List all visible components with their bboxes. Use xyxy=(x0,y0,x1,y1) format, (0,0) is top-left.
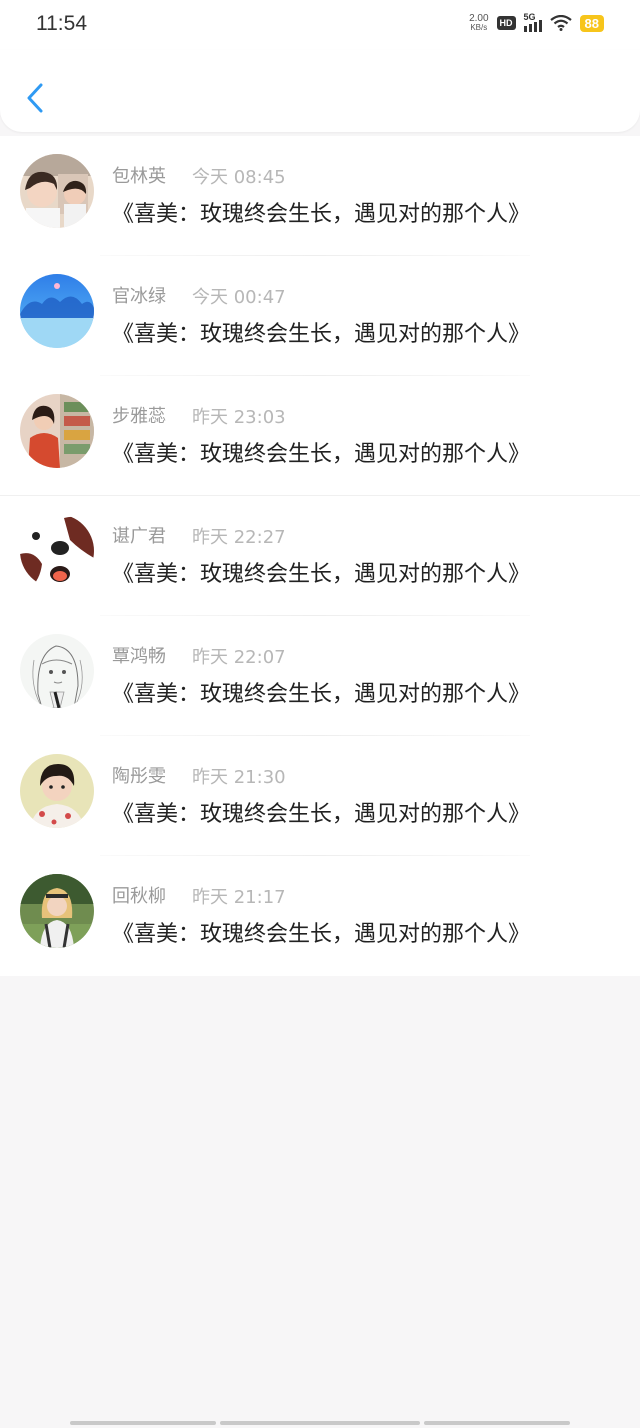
message-text: 《喜美：玫瑰终会生长，遇见对的那个人》 xyxy=(112,682,531,707)
message-time: 昨天 22:27 xyxy=(192,527,286,548)
network-type: 5G xyxy=(523,12,536,22)
network-speed-unit: KB/s xyxy=(470,23,488,32)
chevron-left-icon[interactable] xyxy=(22,80,48,116)
battery-icon: 88 xyxy=(579,14,604,32)
message-text: 《喜美：玫瑰终会生长，遇见对的那个人》 xyxy=(112,562,531,587)
message-time: 昨天 21:17 xyxy=(192,887,286,908)
list-item[interactable]: 官冰绿 今天 00:47 《喜美：玫瑰终会生长，遇见对的那个人》 xyxy=(0,256,640,376)
sender-name: 回秋柳 xyxy=(112,886,166,907)
message-time: 昨天 23:03 xyxy=(192,407,286,428)
sender-name: 官冰绿 xyxy=(112,286,166,307)
message-time: 今天 08:45 xyxy=(192,167,286,188)
list-item[interactable]: 覃鸿畅 昨天 22:07 《喜美：玫瑰终会生长，遇见对的那个人》 xyxy=(0,616,640,736)
wifi-icon xyxy=(549,15,572,31)
list-item[interactable]: 包林英 今天 08:45 《喜美：玫瑰终会生长，遇见对的那个人》 xyxy=(0,136,640,256)
message-text: 《喜美：玫瑰终会生长，遇见对的那个人》 xyxy=(112,202,531,227)
message-text: 《喜美：玫瑰终会生长，遇见对的那个人》 xyxy=(112,322,531,347)
navigation-bar xyxy=(0,50,640,132)
hd-icon: HD xyxy=(496,16,516,30)
avatar[interactable] xyxy=(20,874,94,948)
sender-name: 覃鸿畅 xyxy=(112,646,166,667)
message-text: 《喜美：玫瑰终会生长，遇见对的那个人》 xyxy=(112,442,531,467)
avatar[interactable] xyxy=(20,634,94,708)
avatar[interactable] xyxy=(20,394,94,468)
message-time: 今天 00:47 xyxy=(192,287,286,308)
avatar[interactable] xyxy=(20,754,94,828)
status-bar: 11:54 2.00 KB/s HD 5G 88 xyxy=(0,0,640,50)
list-item[interactable]: 回秋柳 昨天 21:17 《喜美：玫瑰终会生长，遇见对的那个人》 xyxy=(0,856,640,976)
message-text: 《喜美：玫瑰终会生长，遇见对的那个人》 xyxy=(112,802,531,827)
network-speed: 2.00 KB/s xyxy=(469,13,489,33)
avatar[interactable] xyxy=(20,274,94,348)
network-speed-value: 2.00 xyxy=(469,13,489,24)
message-time: 昨天 22:07 xyxy=(192,647,286,668)
status-icons: 2.00 KB/s HD 5G 88 xyxy=(469,12,604,33)
message-list: 包林英 今天 08:45 《喜美：玫瑰终会生长，遇见对的那个人》 官冰绿 今天 … xyxy=(0,136,640,976)
message-time: 昨天 21:30 xyxy=(192,767,286,788)
list-item[interactable]: 谌广君 昨天 22:27 《喜美：玫瑰终会生长，遇见对的那个人》 xyxy=(0,496,640,616)
avatar[interactable] xyxy=(20,154,94,228)
avatar[interactable] xyxy=(20,514,94,588)
sender-name: 步雅蕊 xyxy=(112,406,166,427)
sender-name: 陶彤雯 xyxy=(112,766,166,787)
signal-icon: 5G xyxy=(523,12,542,32)
list-item[interactable]: 陶彤雯 昨天 21:30 《喜美：玫瑰终会生长，遇见对的那个人》 xyxy=(0,736,640,856)
message-text: 《喜美：玫瑰终会生长，遇见对的那个人》 xyxy=(112,922,531,947)
status-time: 11:54 xyxy=(36,12,87,35)
list-item[interactable]: 步雅蕊 昨天 23:03 《喜美：玫瑰终会生长，遇见对的那个人》 xyxy=(0,376,640,496)
sender-name: 谌广君 xyxy=(112,526,166,547)
sender-name: 包林英 xyxy=(112,166,166,187)
home-indicator xyxy=(70,1421,570,1425)
